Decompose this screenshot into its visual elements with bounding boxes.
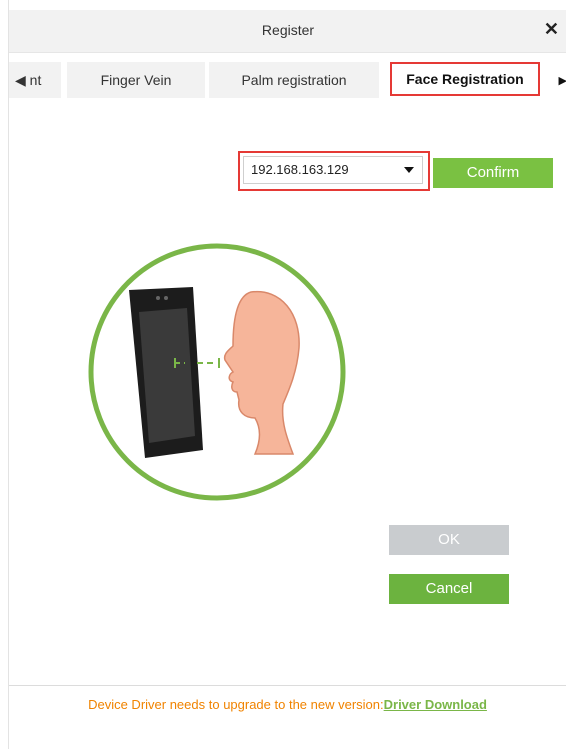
chevron-down-icon — [404, 167, 414, 173]
dialog-title: Register — [261, 22, 315, 38]
tab-face-registration[interactable]: Face Registration — [390, 62, 540, 96]
tab-scroll-left-button[interactable]: ◀ nt — [9, 62, 61, 98]
face-registration-illustration — [88, 243, 346, 501]
device-ip-select[interactable]: 192.168.163.129 — [243, 156, 423, 184]
cancel-button[interactable]: Cancel — [389, 574, 509, 604]
confirm-button[interactable]: Confirm — [433, 158, 553, 188]
footer-divider — [9, 685, 566, 686]
tab-bar: ◀ nt Finger Vein Palm registration Face … — [9, 60, 566, 102]
dialog-titlebar: Register ✕ — [9, 10, 566, 53]
tab-finger-vein[interactable]: Finger Vein — [67, 62, 205, 98]
driver-download-link[interactable]: Driver Download — [384, 697, 487, 712]
tab-palm-registration[interactable]: Palm registration — [209, 62, 379, 98]
tab-scroll-right-icon[interactable]: ▶ — [559, 74, 566, 87]
device-ip-value: 192.168.163.129 — [251, 162, 349, 177]
footer-notice: Device Driver needs to upgrade to the ne… — [9, 697, 566, 712]
register-dialog: Register ✕ ◀ nt Finger Vein Palm registr… — [8, 0, 566, 749]
ok-button[interactable]: OK — [389, 525, 509, 555]
illustration-circle — [88, 243, 346, 501]
footer-message: Device Driver needs to upgrade to the ne… — [88, 697, 384, 712]
close-icon[interactable]: ✕ — [544, 19, 559, 40]
